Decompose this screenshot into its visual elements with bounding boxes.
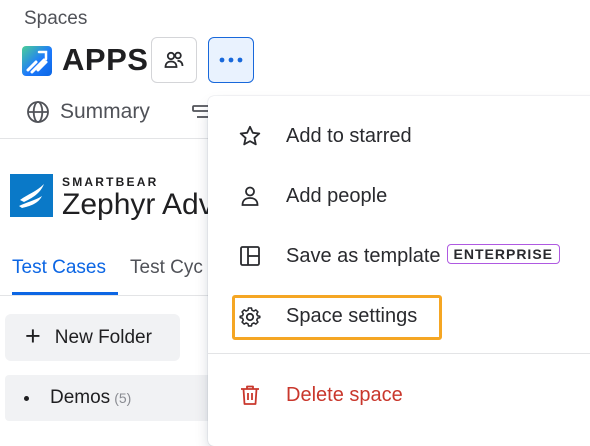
globe-icon (27, 101, 49, 123)
folder-count: (5) (114, 390, 132, 406)
menu-label-add-people: Add people (286, 184, 388, 207)
space-people-button[interactable] (151, 37, 197, 83)
template-icon (240, 246, 260, 266)
save-as-template-text: Save as template (286, 245, 441, 267)
new-folder-button[interactable]: + New Folder (5, 314, 180, 361)
menu-item-delete-space[interactable]: Delete space (208, 367, 590, 423)
tab-summary[interactable]: Summary (26, 100, 150, 124)
person-icon (241, 186, 259, 206)
tab-timeline-icon[interactable] (192, 103, 214, 130)
more-icon (219, 57, 243, 63)
menu-item-add-to-starred[interactable]: Add to starred (208, 108, 590, 164)
enterprise-badge: ENTERPRISE (446, 244, 560, 264)
tab-test-cases[interactable]: Test Cases (12, 257, 106, 279)
menu-label-save-as-template: Save as template ENTERPRISE (286, 244, 560, 268)
people-icon (164, 51, 184, 68)
zephyr-logo-icon (10, 174, 53, 217)
more-actions-menu: Add to starred Add people Save as templa… (208, 96, 590, 446)
breadcrumb-spaces[interactable]: Spaces (24, 8, 87, 30)
tab-test-cycles[interactable]: Test Cyc (130, 257, 203, 279)
bullet-icon (24, 396, 29, 401)
space-logo-icon (22, 46, 52, 76)
menu-item-save-as-template[interactable]: Save as template ENTERPRISE (208, 228, 590, 284)
folder-name: Demos (50, 387, 111, 408)
plus-icon: + (25, 321, 41, 351)
space-title: APPS (62, 42, 149, 77)
more-actions-button[interactable] (208, 37, 254, 83)
star-icon (239, 125, 261, 146)
menu-item-add-people[interactable]: Add people (208, 168, 590, 224)
product-name: Zephyr Adv (62, 188, 214, 221)
brand-label: SMARTBEAR (62, 175, 159, 189)
menu-label-delete-space: Delete space (286, 383, 403, 406)
menu-divider (208, 353, 590, 354)
menu-label-add-to-starred: Add to starred (286, 124, 412, 147)
folder-item-demos[interactable]: Demos (5) (50, 387, 131, 409)
trash-icon (241, 385, 259, 405)
tab-summary-label: Summary (60, 100, 150, 123)
new-folder-label: New Folder (54, 326, 152, 348)
space-settings-highlight (232, 295, 442, 340)
